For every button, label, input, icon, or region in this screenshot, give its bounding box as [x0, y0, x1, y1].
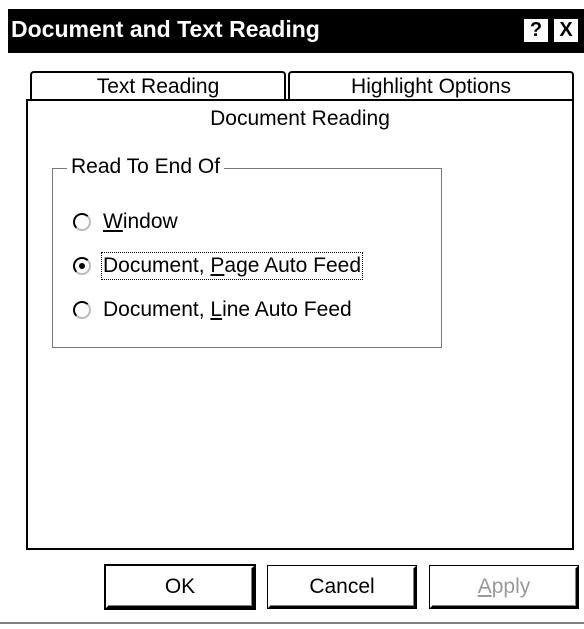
- group-legend: Read To End Of: [67, 155, 225, 179]
- radio-button-window[interactable]: [73, 213, 91, 231]
- window-frame-bottom: [0, 622, 584, 624]
- cancel-button[interactable]: Cancel: [268, 566, 416, 608]
- close-button[interactable]: X: [553, 18, 579, 43]
- radio-button-page-auto-feed[interactable]: [73, 257, 91, 275]
- dialog-window: Document and Text Reading ? X Text Readi…: [0, 0, 584, 629]
- read-to-end-of-group: Read To End Of Window Document, Page Aut…: [52, 155, 442, 348]
- ok-button[interactable]: OK: [106, 566, 254, 608]
- radio-label-window: Window: [103, 210, 178, 233]
- radio-option-document-page-auto-feed[interactable]: Document, Page Auto Feed: [73, 251, 364, 281]
- tab-highlight-options[interactable]: Highlight Options: [288, 71, 574, 101]
- window-title: Document and Text Reading: [11, 16, 320, 42]
- title-bar[interactable]: Document and Text Reading ? X: [8, 9, 584, 53]
- apply-button[interactable]: Apply: [430, 566, 578, 608]
- panel-title: Document Reading: [210, 107, 390, 130]
- tab-text-reading[interactable]: Text Reading: [30, 71, 286, 101]
- radio-button-line-auto-feed[interactable]: [73, 301, 91, 319]
- radio-label-page-auto-feed: Document, Page Auto Feed: [100, 252, 364, 280]
- radio-option-document-line-auto-feed[interactable]: Document, Line Auto Feed: [73, 295, 352, 325]
- radio-option-window[interactable]: Window: [73, 207, 178, 237]
- radio-label-line-auto-feed: Document, Line Auto Feed: [103, 298, 352, 321]
- tab-panel-document-reading: Document Reading Read To End Of Window D…: [26, 99, 574, 550]
- help-button[interactable]: ?: [523, 18, 549, 43]
